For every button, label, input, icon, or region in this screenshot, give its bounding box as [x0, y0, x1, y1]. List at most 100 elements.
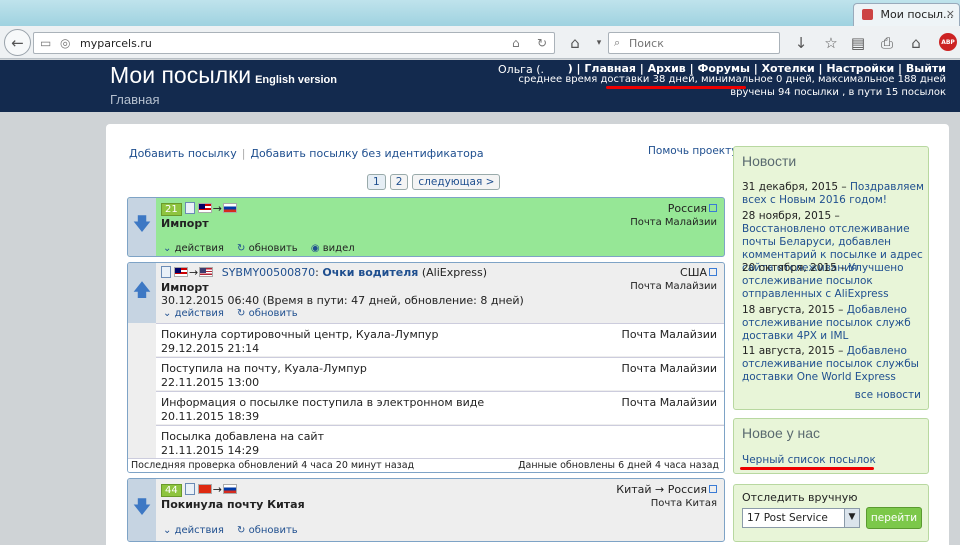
- tracking-event: Покинула сортировочный центр, Куала-Лумп…: [156, 323, 724, 356]
- malaysia-flag-icon: [197, 203, 212, 213]
- external-link-icon[interactable]: [709, 268, 717, 276]
- eye-icon: ◉: [310, 243, 323, 254]
- page-1-button[interactable]: 1: [367, 174, 386, 190]
- help-project-link[interactable]: Помочь проекту: [648, 145, 737, 157]
- document-icon: [161, 266, 171, 278]
- site-logo[interactable]: Мои посылки English version: [110, 62, 337, 89]
- refresh-icon: ↻: [237, 525, 249, 536]
- new-features-panel: Новое у нас Черный список посылок: [733, 418, 929, 474]
- site-favicon-icon: [862, 9, 873, 20]
- tracking-number-link[interactable]: SYBMY00500870: [222, 266, 315, 279]
- news-date: 20 октября, 2015: [742, 262, 837, 274]
- event-date: 29.12.2015 21:14: [161, 342, 260, 355]
- adblock-icon[interactable]: ABP: [939, 33, 957, 51]
- news-item: 31 декабря, 2015 – Поздравляем всех с Но…: [742, 181, 924, 206]
- external-link-icon[interactable]: [709, 485, 717, 493]
- chevron-down-icon: ⌄: [163, 243, 175, 254]
- home-site-icon[interactable]: ⌂: [512, 36, 520, 50]
- highlight-underline: [740, 467, 874, 470]
- tab-close-icon[interactable]: ×: [946, 7, 955, 20]
- document-icon: [184, 202, 195, 214]
- parcel-destination: США Почта Малайзии: [630, 266, 717, 293]
- print-icon[interactable]: ⎙: [877, 34, 897, 52]
- parcel-status: Импорт: [161, 217, 209, 230]
- chevron-down-icon: ⌄: [163, 308, 175, 319]
- min-max-delivery: , минимальное 0 дней, максимальное 188 д…: [694, 74, 946, 85]
- collapse-down-icon[interactable]: 🡇: [128, 479, 156, 541]
- event-date: 21.11.2015 14:29: [161, 444, 260, 457]
- parcel-name[interactable]: Очки водителя: [322, 266, 418, 279]
- refresh-action[interactable]: ↻ обновить: [237, 525, 298, 536]
- news-item: 18 августа, 2015 – Добавлено отслеживани…: [742, 304, 911, 342]
- link-separator: |: [241, 147, 246, 160]
- shop-name: (AliExpress): [418, 266, 488, 279]
- parcel-card-3[interactable]: 🡇 44 → Покинула почту Китая Китай → Росси…: [127, 478, 725, 542]
- download-icon[interactable]: ↓: [791, 34, 811, 52]
- bookmark-star-icon[interactable]: ☆: [821, 34, 841, 52]
- malaysia-flag-icon: [174, 267, 188, 277]
- refresh-icon: ↻: [237, 243, 249, 254]
- blacklist-link[interactable]: Черный список посылок: [742, 454, 876, 466]
- page-2-button[interactable]: 2: [389, 174, 409, 190]
- event-date: 20.11.2015 18:39: [161, 410, 260, 423]
- browser-tab[interactable]: Мои посыл... ×: [853, 3, 960, 26]
- collapse-up-icon[interactable]: 🡅: [128, 263, 156, 323]
- parcel-destination: Россия Почта Малайзии: [630, 202, 717, 229]
- logo-text: Мои посылки: [110, 62, 252, 88]
- new-features-title: Новое у нас: [742, 425, 821, 441]
- russia-flag-icon: [222, 203, 237, 213]
- search-box[interactable]: ⌕: [608, 32, 780, 54]
- days-badge: 21: [161, 203, 182, 216]
- parcel-status: Импорт: [161, 281, 209, 294]
- external-link-icon[interactable]: [709, 204, 717, 212]
- page-icon: ▭: [40, 36, 52, 50]
- add-parcel-link[interactable]: Добавить посылку: [129, 147, 237, 160]
- parcel-card-1[interactable]: 🡇 21 → Импорт Россия Почта Малайзии ⌄ дейс…: [127, 197, 725, 257]
- parcel-2-header: → SYBMY00500870: Очки водителя (AliExpre…: [161, 266, 487, 279]
- bookmarks-list-icon[interactable]: ▤: [848, 34, 868, 52]
- service-select-value: 17 Post Service: [747, 512, 828, 524]
- browser-navbar: ← ▭ ◎ myparcels.ru ⌂ ↻ ⌂ ▾ ⌕ ↓ ☆ ▤ ⎙ ⌂ A…: [0, 26, 960, 59]
- dropdown-icon[interactable]: ▾: [589, 38, 609, 48]
- go-button[interactable]: перейти: [866, 507, 922, 529]
- parcel-actions: ⌄ действия ↻ обновить: [163, 525, 308, 536]
- service-select[interactable]: 17 Post Service ▼: [742, 508, 860, 528]
- refresh-action[interactable]: ↻ обновить: [237, 308, 298, 319]
- english-version-link[interactable]: English version: [255, 74, 337, 86]
- add-parcel-noid-link[interactable]: Добавить посылку без идентификатора: [250, 147, 483, 160]
- page-subtitle: Главная: [110, 92, 160, 107]
- next-page-button[interactable]: следующая >: [412, 174, 501, 190]
- parcel-actions: ⌄ действия ↻ обновить: [163, 308, 308, 319]
- event-service: Почта Малайзии: [621, 362, 717, 375]
- document-icon: [184, 483, 195, 495]
- destination-service: Почта Малайзии: [630, 217, 717, 228]
- home-color-icon[interactable]: ⌂: [565, 34, 585, 52]
- all-news-link[interactable]: все новости: [855, 389, 921, 401]
- actions-menu[interactable]: ⌄ действия: [163, 525, 224, 536]
- reload-icon[interactable]: ↻: [537, 36, 547, 50]
- event-service: Почта Малайзии: [621, 328, 717, 341]
- refresh-action[interactable]: ↻ обновить: [237, 243, 298, 254]
- destination-route: Китай → Россия: [616, 483, 707, 496]
- main-panel: Добавить посылку | Добавить посылку без ид…: [106, 124, 949, 545]
- actions-menu[interactable]: ⌄ действия: [163, 308, 224, 319]
- highlight-underline: [606, 86, 746, 89]
- destination-country: Россия: [667, 202, 707, 215]
- search-input[interactable]: [629, 36, 775, 51]
- home-icon[interactable]: ⌂: [906, 34, 926, 52]
- seen-action[interactable]: ◉ видел: [311, 243, 355, 254]
- chevron-down-icon[interactable]: ▼: [844, 509, 859, 527]
- event-text: Поступила на почту, Куала-Лумпур: [161, 362, 367, 375]
- chevron-down-icon: ⌄: [163, 525, 175, 536]
- collapse-down-icon[interactable]: 🡇: [128, 198, 156, 256]
- url-text: myparcels.ru: [80, 37, 152, 50]
- destination-service: Почта Малайзии: [630, 281, 717, 292]
- url-bar[interactable]: ▭ ◎ myparcels.ru ⌂ ↻: [33, 32, 555, 54]
- destination-service: Почта Китая: [650, 498, 717, 509]
- back-button[interactable]: ←: [4, 29, 31, 56]
- parcel-actions: ⌄ действия ↻ обновить ◉ видел: [163, 243, 365, 254]
- actions-menu[interactable]: ⌄ действия: [163, 243, 224, 254]
- parcel-card-2[interactable]: 🡅 → SYBMY00500870: Очки водителя (AliExp…: [127, 262, 725, 473]
- tab-title: Мои посыл...: [880, 8, 954, 21]
- parcel-status: Покинула почту Китая: [161, 498, 305, 511]
